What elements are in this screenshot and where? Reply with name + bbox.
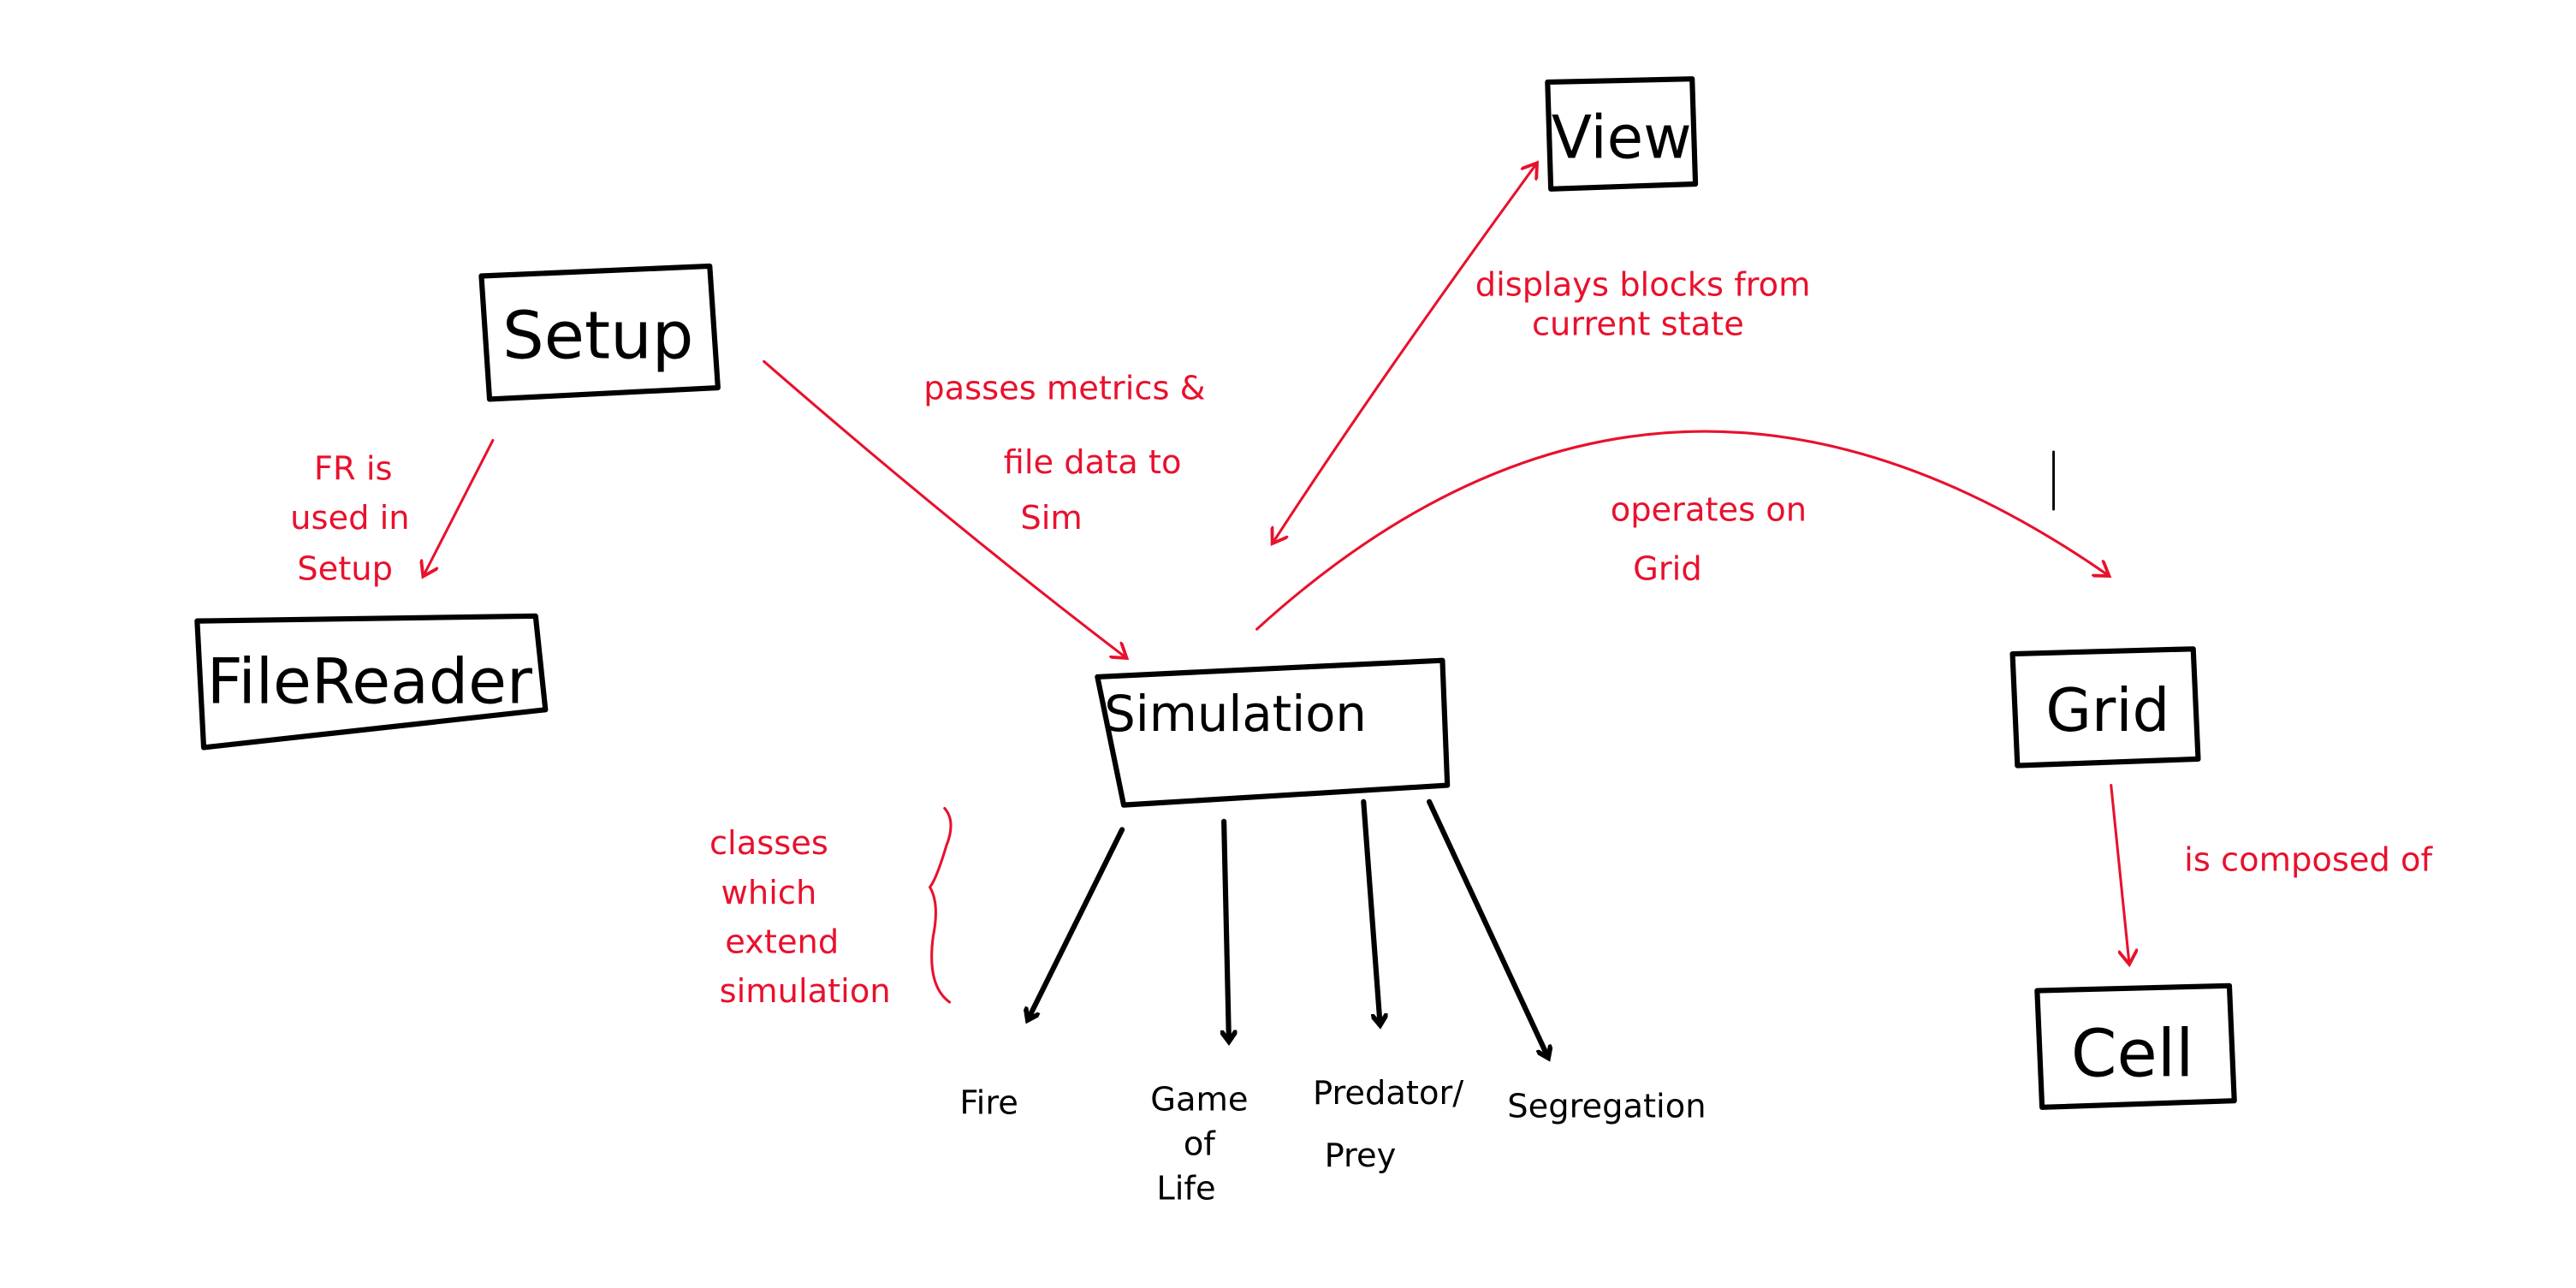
- annotation-passes: passes metrics & file data to Sim: [923, 369, 1205, 537]
- label-line: Predator/: [1313, 1074, 1463, 1113]
- node-filereader-label: FileReader: [207, 646, 532, 719]
- node-simulation: Simulation: [1095, 657, 1451, 808]
- label-line: Game: [1150, 1081, 1248, 1119]
- class-diagram: View Setup FileReader Simulation Grid Ce…: [194, 76, 2433, 1208]
- node-view: View: [1545, 76, 1699, 192]
- node-cell: Cell: [2034, 982, 2237, 1110]
- label-line: of: [1184, 1125, 1216, 1164]
- annotation-operates: operates on Grid: [1611, 491, 1807, 589]
- brace: [928, 806, 953, 1004]
- label-line: passes metrics &: [923, 369, 1205, 407]
- annotation-composed: is composed of: [2184, 840, 2433, 879]
- label-line: used in: [290, 499, 409, 537]
- subclass-fire: Fire: [959, 1084, 1018, 1123]
- label-line: classes: [709, 824, 828, 863]
- arrow-setup-filereader: [424, 438, 495, 574]
- annotation-displays: displays blocks from current state: [1475, 266, 1811, 344]
- label-line: Grid: [1633, 550, 1702, 589]
- label-line: file data to: [1004, 443, 1182, 482]
- label-line: Life: [1156, 1169, 1215, 1208]
- node-cell-label: Cell: [2071, 1016, 2194, 1092]
- label-line: Setup: [297, 550, 393, 589]
- node-grid: Grid: [2009, 646, 2201, 769]
- node-view-label: View: [1552, 104, 1692, 172]
- node-simulation-label: Simulation: [1104, 686, 1367, 743]
- label-line: FR is: [314, 450, 393, 489]
- subclass-predator-prey: Predator/ Prey: [1313, 1074, 1463, 1175]
- node-grid-label: Grid: [2045, 677, 2169, 745]
- arrow-to-game-of-life: [1224, 818, 1229, 1040]
- label-line: displays blocks from: [1475, 266, 1811, 305]
- annotation-classes: classes which extend simulation: [709, 824, 891, 1011]
- arrow-to-segregation: [1427, 798, 1547, 1057]
- label-line: current state: [1532, 306, 1744, 344]
- arrow-grid-cell: [2110, 784, 2129, 963]
- arrow-view-simulation: [1273, 164, 1536, 543]
- subclass-segregation: Segregation: [1507, 1087, 1706, 1125]
- node-filereader: FileReader: [194, 613, 549, 751]
- label-line: simulation: [720, 972, 891, 1011]
- label-line: Sim: [1020, 499, 1082, 537]
- arrow-simulation-grid: [1255, 430, 2108, 631]
- label-line: Prey: [1325, 1137, 1397, 1175]
- node-setup-label: Setup: [502, 298, 693, 374]
- annotation-fr-used: FR is used in Setup: [290, 450, 409, 589]
- label-line: which: [721, 874, 816, 912]
- label-line: operates on: [1611, 491, 1807, 530]
- arrow-to-fire: [1029, 827, 1125, 1018]
- arrow-to-predator-prey: [1361, 798, 1380, 1024]
- subclass-game-of-life: Game of Life: [1150, 1081, 1248, 1208]
- label-line: extend: [725, 923, 839, 961]
- node-setup: Setup: [478, 263, 721, 402]
